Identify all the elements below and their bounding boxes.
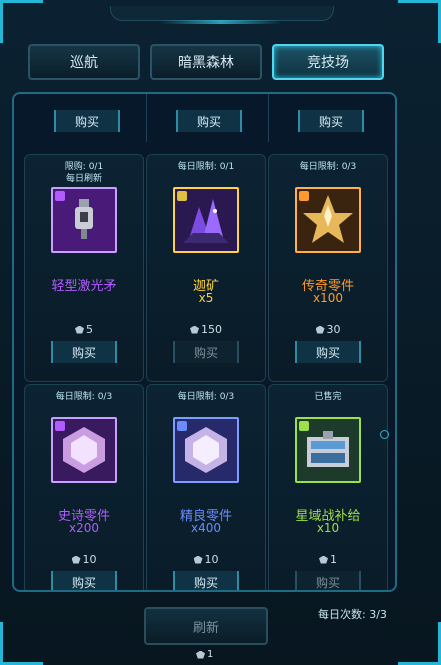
item-price: 10	[25, 553, 143, 566]
item-price: 5	[25, 323, 143, 336]
shop-item-card[interactable]: 每日限制: 0/3 精良零件 x400 10 购买	[146, 384, 266, 590]
buy-button[interactable]: 购买	[51, 571, 117, 590]
item-icon-frame	[295, 417, 361, 483]
buy-button[interactable]: 购买	[54, 110, 120, 132]
shop-item-card[interactable]: 每日限制: 0/3 史诗零件 x200 10 购买	[24, 384, 144, 590]
limit-text: 每日限制: 0/3	[55, 392, 113, 402]
purchase-limit: 已售完	[269, 391, 387, 403]
top-glow	[160, 20, 282, 24]
item-price: 150	[147, 323, 265, 336]
item-quantity: x5	[198, 291, 214, 305]
gem-currency-icon	[71, 555, 81, 564]
shop-window: 巡航 暗黑森林 竞技场 购买 购买 购买 限购: 0/1 每日刷新轻型激光矛 5 购买…	[0, 0, 441, 665]
rarity-badge-icon	[299, 421, 309, 431]
purchase-limit: 每日限制: 0/3	[269, 161, 387, 173]
laser-spear-icon	[53, 189, 115, 255]
rarity-badge-icon	[177, 421, 187, 431]
buy-button[interactable]: 购买	[173, 571, 239, 590]
item-price: 1	[269, 553, 387, 566]
item-icon-frame	[173, 187, 239, 253]
crystal-ore-icon	[175, 189, 237, 255]
frame-corner	[0, 622, 43, 665]
frame-corner	[398, 622, 441, 665]
item-quantity: x10	[316, 521, 340, 535]
legendary-part-icon	[297, 189, 359, 255]
partial-row: 购买 购买 购买	[24, 94, 392, 144]
item-quantity: x200	[68, 521, 99, 535]
shop-tabs: 巡航 暗黑森林 竞技场	[28, 44, 384, 80]
price-value: 30	[326, 323, 341, 336]
item-icon-frame	[51, 417, 117, 483]
item-name: 轻型激光矛	[51, 279, 117, 294]
refresh-cost: 1	[196, 649, 213, 660]
price-value: 1	[330, 553, 337, 566]
supply-crate-icon	[297, 419, 359, 485]
gem-currency-icon	[196, 650, 205, 659]
item-icon-frame	[295, 187, 361, 253]
shop-item-grid[interactable]: 购买 购买 购买 限购: 0/1 每日刷新 轻型激光矛 5 购买 每日限制: 0/1 迦矿…	[12, 92, 397, 592]
frame-corner	[398, 0, 441, 43]
price-value: 5	[86, 323, 93, 336]
price-value: 10	[82, 553, 97, 566]
gem-currency-icon	[315, 325, 325, 334]
gem-currency-icon	[319, 555, 328, 564]
divider	[268, 94, 269, 142]
tab-cruise[interactable]: 巡航	[28, 44, 140, 80]
divider	[146, 94, 147, 142]
limit-text: 每日限制: 0/3	[299, 162, 357, 172]
item-quantity: x100	[312, 291, 343, 305]
refresh-cost-value: 1	[207, 649, 214, 660]
rarity-badge-icon	[55, 191, 65, 201]
item-price: 10	[147, 553, 265, 566]
buy-button[interactable]: 购买	[51, 341, 117, 363]
item-price: 30	[269, 323, 387, 336]
fine-part-icon	[175, 419, 237, 485]
buy-button[interactable]: 购买	[295, 341, 361, 363]
gem-currency-icon	[190, 325, 199, 334]
shop-item-card[interactable]: 已售完 星域战补给 x10 1 购买	[268, 384, 388, 590]
scroll-indicator[interactable]	[380, 430, 389, 439]
purchase-limit: 限购: 0/1 每日刷新	[25, 161, 143, 185]
shop-item-card[interactable]: 每日限制: 0/1 迦矿 x5 150 购买	[146, 154, 266, 382]
buy-button[interactable]: 购买	[298, 110, 364, 132]
purchase-limit: 每日限制: 0/3	[147, 391, 265, 403]
price-value: 10	[204, 553, 219, 566]
frame-corner	[0, 0, 43, 43]
rarity-badge-icon	[299, 191, 309, 201]
tab-dark-forest[interactable]: 暗黑森林	[150, 44, 262, 80]
gem-currency-icon	[75, 325, 84, 334]
limit-text: 限购: 0/1	[64, 162, 104, 172]
buy-button[interactable]: 购买	[295, 571, 361, 590]
item-icon-frame	[173, 417, 239, 483]
limit-text: 每日限制: 0/1	[177, 162, 235, 172]
refresh-button[interactable]: 刷新	[144, 607, 268, 645]
epic-part-icon	[53, 419, 115, 485]
limit-text: 每日限制: 0/3	[177, 392, 235, 402]
purchase-limit: 每日限制: 0/1	[147, 161, 265, 173]
shop-item-card[interactable]: 限购: 0/1 每日刷新轻型激光矛 5 购买	[24, 154, 144, 382]
price-value: 150	[201, 323, 222, 336]
shop-item-card[interactable]: 每日限制: 0/3 传奇零件 x100 30 购买	[268, 154, 388, 382]
rarity-badge-icon	[177, 191, 187, 201]
item-quantity: x400	[190, 521, 221, 535]
rarity-badge-icon	[55, 421, 65, 431]
limit-refresh-text: 每日刷新	[65, 174, 102, 184]
daily-refresh-count: 每日次数: 3/3	[318, 608, 387, 621]
buy-button[interactable]: 购买	[176, 110, 242, 132]
top-ornament	[110, 6, 334, 21]
tab-arena[interactable]: 竞技场	[272, 44, 384, 80]
limit-text: 已售完	[314, 392, 342, 402]
gem-currency-icon	[193, 555, 203, 564]
buy-button[interactable]: 购买	[173, 341, 239, 363]
item-icon-frame	[51, 187, 117, 253]
purchase-limit: 每日限制: 0/3	[25, 391, 143, 403]
